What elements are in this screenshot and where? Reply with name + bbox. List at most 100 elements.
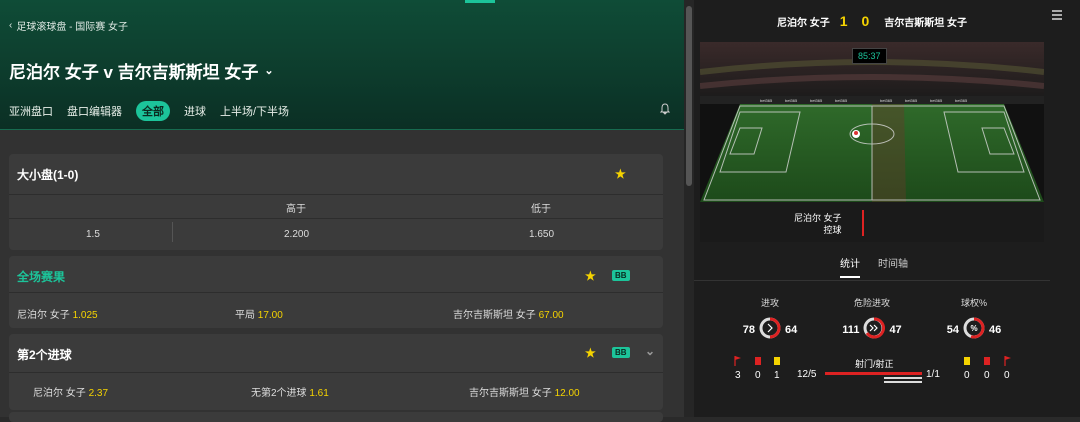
selection-label: 吉尔吉斯斯坦 女子: [453, 310, 536, 321]
draw-selection[interactable]: 平局 17.00: [235, 306, 283, 321]
selection-odds: 1.025: [72, 310, 98, 321]
home-yellow-cards: 1: [774, 370, 780, 381]
attack-ring-icon: [759, 317, 781, 342]
market-title: 全场赛果: [17, 269, 66, 284]
selection-label: 无第2个进球: [251, 388, 307, 399]
next-market-panel: [9, 412, 663, 422]
line-value: 1.5: [86, 229, 100, 240]
tab-halves[interactable]: 上半场/下半场: [220, 103, 289, 119]
chevron-down-icon[interactable]: ⌄: [264, 64, 273, 77]
away-shots-bar: [884, 377, 922, 379]
stat-possession: 球权% 54 % 46: [934, 296, 1014, 342]
chevron-left-icon[interactable]: ‹: [9, 20, 12, 31]
home-yellow-card-icon: [774, 357, 780, 368]
match-title-text: 尼泊尔 女子 v 吉尔吉斯斯坦 女子: [9, 63, 259, 82]
col-under-label: 低于: [531, 204, 551, 215]
scrollbar-thumb[interactable]: [686, 6, 692, 186]
away-corner-flag-icon: [1004, 356, 1012, 369]
stat-dangerous-attacks: 危险进攻 111 47: [832, 296, 912, 342]
star-icon[interactable]: ★: [585, 346, 596, 360]
home-selection[interactable]: 尼泊尔 女子 1.025: [17, 306, 98, 321]
star-icon[interactable]: ★: [615, 167, 626, 181]
tab-all[interactable]: 全部: [136, 101, 170, 121]
stat-attacks: 进攻 78 64: [730, 296, 810, 342]
home-corner-flag-icon: [734, 356, 742, 369]
pitch-visualization: bet365 bet365 bet365 bet365 bet365 bet365 bet…: [700, 42, 1044, 242]
home-red-cards: 0: [755, 370, 761, 381]
match-title[interactable]: 尼泊尔 女子 v 吉尔吉斯斯坦 女子 ⌄: [9, 58, 274, 83]
svg-text:bet365: bet365: [760, 98, 773, 103]
bell-icon[interactable]: [659, 103, 671, 118]
no-goal-selection[interactable]: 无第2个进球 1.61: [251, 384, 329, 399]
market-full-time: 全场赛果 ★ BB 尼泊尔 女子 1.025 平局 17.00 吉尔吉斯斯坦 女…: [9, 256, 663, 328]
top-accent-bar: [465, 0, 495, 3]
possession-indicator: 尼泊尔 女子 控球: [794, 212, 842, 236]
tab-goals[interactable]: 进球: [184, 103, 206, 119]
svg-text:bet365: bet365: [835, 98, 848, 103]
stat-title: 危险进攻: [853, 298, 890, 308]
possession-ring-icon: %: [963, 317, 985, 342]
possession-team: 尼泊尔 女子: [794, 213, 842, 223]
market-title: 第2个进球: [17, 347, 72, 362]
menu-icon[interactable]: [1052, 10, 1062, 22]
stat-home-value: 111: [842, 323, 860, 336]
scoreboard: 尼泊尔 女子 1 0 吉尔吉斯斯坦 女子: [694, 6, 1050, 36]
divider: [694, 280, 1050, 281]
live-match-panel: 尼泊尔 女子 1 0 吉尔吉斯斯坦 女子 bet365 bet365 bet365 b: [694, 0, 1080, 417]
breadcrumb-text[interactable]: 足球滚球盘 - 国际赛 女子: [16, 18, 128, 33]
stat-away-value: 47: [889, 323, 902, 336]
star-icon[interactable]: ★: [585, 269, 596, 283]
selection-label: 吉尔吉斯斯坦 女子: [469, 388, 552, 399]
home-corners: 3: [735, 370, 741, 381]
tab-asian-handicap[interactable]: 亚洲盘口: [9, 103, 53, 119]
breadcrumb[interactable]: ‹ 足球滚球盘 - 国际赛 女子: [9, 18, 128, 33]
tab-stats[interactable]: 统计: [840, 255, 860, 278]
svg-text:bet365: bet365: [930, 98, 943, 103]
dangerous-attack-ring-icon: [863, 317, 886, 342]
bet-builder-badge: BB: [612, 347, 630, 358]
home-team-name: 尼泊尔 女子: [776, 17, 830, 29]
markets-panel: ‹ 足球滚球盘 - 国际赛 女子 尼泊尔 女子 v 吉尔吉斯斯坦 女子 ⌄ 亚洲…: [0, 0, 684, 422]
tab-timeline[interactable]: 时间轴: [878, 255, 908, 278]
selection-odds: 1.61: [309, 388, 329, 399]
home-shots: 12/5: [797, 369, 817, 380]
possession-label: 控球: [823, 225, 842, 235]
match-clock: 85:37: [852, 48, 887, 64]
selection-label: 平局: [235, 310, 255, 321]
selection-label: 尼泊尔 女子: [33, 388, 86, 399]
score: 1 0: [839, 13, 875, 29]
away-team-name: 吉尔吉斯斯坦 女子: [884, 17, 968, 29]
selection-odds: 12.00: [554, 388, 580, 399]
bet-builder-badge: BB: [612, 270, 630, 281]
market-header[interactable]: 全场赛果 ★ BB: [9, 256, 663, 296]
stat-away-value: 64: [785, 323, 798, 336]
col-over-label: 高于: [286, 204, 306, 215]
match-header: ‹ 足球滚球盘 - 国际赛 女子 尼泊尔 女子 v 吉尔吉斯斯坦 女子 ⌄ 亚洲…: [0, 0, 684, 130]
home-selection[interactable]: 尼泊尔 女子 2.37: [33, 384, 108, 399]
market-title: 大小盘(1-0): [17, 167, 79, 182]
svg-text:bet365: bet365: [905, 98, 918, 103]
market-header[interactable]: 第2个进球 ★ BB ⌄: [9, 334, 663, 374]
possession-marker: [862, 210, 864, 236]
stat-title: 球权%: [960, 298, 987, 308]
under-odds[interactable]: 1.650: [529, 229, 554, 240]
away-shots-on-bar: [884, 381, 922, 383]
away-shots: 1/1: [926, 369, 940, 380]
stat-title: 进攻: [760, 298, 779, 308]
market-over-under: 大小盘(1-0) ★ 高于 低于 1.5 2.200 1.650: [9, 154, 663, 250]
market-header[interactable]: 大小盘(1-0) ★: [9, 154, 663, 194]
stat-home-value: 78: [742, 323, 755, 336]
tab-market-editor[interactable]: 盘口编辑器: [67, 103, 122, 119]
market-second-goal: 第2个进球 ★ BB ⌄ 尼泊尔 女子 2.37 无第2个进球 1.61 吉尔吉…: [9, 334, 663, 410]
svg-text:bet365: bet365: [955, 98, 968, 103]
stat-home-value: 54: [946, 323, 959, 336]
over-odds[interactable]: 2.200: [284, 229, 309, 240]
shots-label: 射门/射正: [855, 359, 894, 369]
selection-odds: 2.37: [88, 388, 109, 399]
away-selection[interactable]: 吉尔吉斯斯坦 女子 12.00: [469, 384, 580, 399]
away-selection[interactable]: 吉尔吉斯斯坦 女子 67.00: [453, 306, 564, 321]
selection-odds: 67.00: [538, 310, 564, 321]
svg-text:%: %: [970, 324, 977, 333]
svg-text:bet365: bet365: [810, 98, 823, 103]
chevron-down-icon[interactable]: ⌄: [645, 344, 655, 358]
